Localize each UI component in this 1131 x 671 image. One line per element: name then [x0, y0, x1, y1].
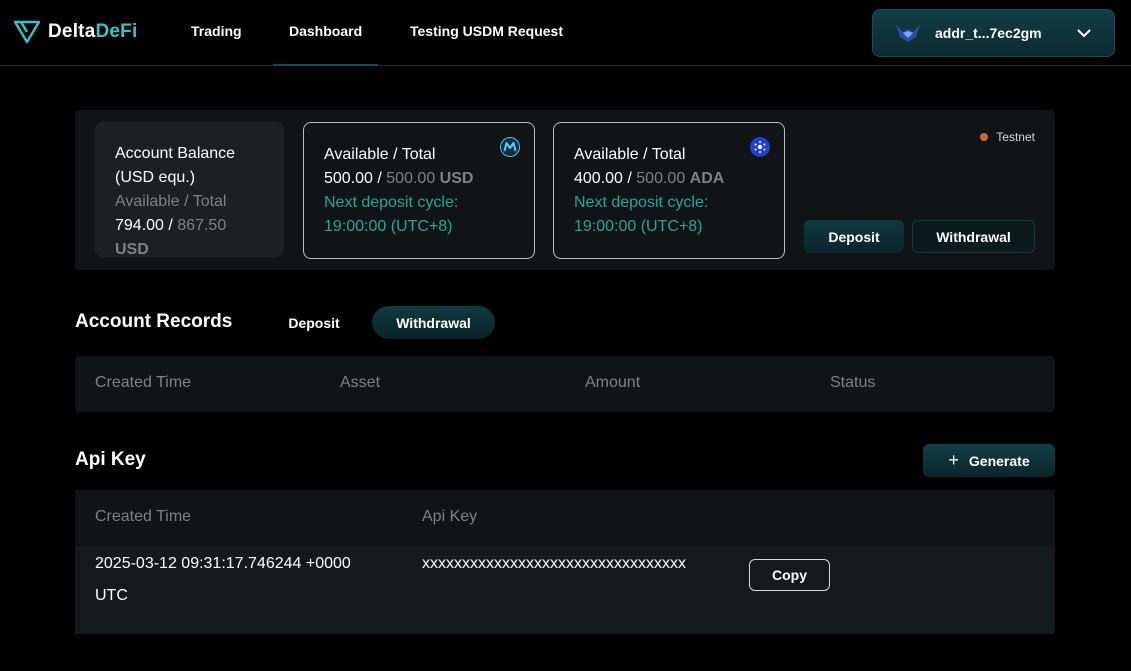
- brand-name-part1: Delta: [48, 21, 96, 42]
- api-key-value: xxxxxxxxxxxxxxxxxxxxxxxxxxxxxxxxx: [422, 555, 686, 572]
- column-header-api-key[interactable]: Api Key: [422, 508, 477, 526]
- ada-separator: /: [622, 170, 637, 187]
- api-created-time-line2: UTC: [95, 587, 128, 604]
- wallet-dropdown[interactable]: addr_t...7ec2gm: [872, 9, 1115, 57]
- tab-withdrawal[interactable]: Withdrawal: [372, 306, 495, 339]
- ada-total: 500.00: [636, 170, 686, 187]
- generate-label: Generate: [968, 452, 1030, 469]
- balance-available: 794.00: [115, 217, 164, 234]
- ada-token-icon: [750, 137, 770, 157]
- account-records-title: Account Records: [75, 311, 233, 332]
- ada-next-cycle-time: 19:00:00 (UTC+8): [574, 218, 703, 235]
- balance-separator: /: [163, 217, 178, 234]
- usdm-available: 500.00: [324, 170, 373, 187]
- usdm-next-cycle-time: 19:00:00 (UTC+8): [324, 218, 453, 235]
- balance-total: 867.50: [177, 217, 227, 234]
- account-balance-card: Account Balance (USD equ.) Available / T…: [95, 122, 284, 258]
- usdm-card-title: Available / Total: [324, 146, 436, 163]
- plus-icon: +: [948, 449, 959, 470]
- brand-name: DeltaDeFi: [48, 21, 137, 43]
- account-balance-label: Available / Total: [115, 193, 227, 210]
- column-header-status[interactable]: Status: [830, 374, 875, 392]
- api-table-header: Created Time Api Key: [75, 490, 1055, 546]
- wallet-address: addr_t...7ec2gm: [935, 25, 1042, 41]
- copy-button[interactable]: Copy: [749, 559, 830, 591]
- usdm-token-icon: [500, 137, 520, 157]
- chevron-down-icon[interactable]: [1076, 27, 1092, 39]
- column-header-amount[interactable]: Amount: [585, 374, 640, 392]
- ada-card-values: 400.00 / 500.00 ADA: [574, 167, 764, 191]
- api-created-time: 2025-03-12 09:31:17.746244 +0000 UTC: [95, 548, 351, 612]
- nav-trading[interactable]: Trading: [191, 23, 242, 39]
- usdm-separator: /: [372, 170, 387, 187]
- tab-deposit[interactable]: Deposit: [274, 306, 354, 339]
- column-header-asset[interactable]: Asset: [340, 374, 380, 392]
- wallet-avatar-icon: [896, 25, 920, 42]
- account-balance-values: 794.00 / 867.50 USD: [115, 214, 264, 262]
- records-table-header: Created Time Asset Amount Status: [75, 356, 1055, 412]
- nav-dashboard[interactable]: Dashboard: [289, 23, 362, 39]
- brand-name-part2: DeFi: [95, 21, 138, 42]
- usdm-next-cycle-label: Next deposit cycle:: [324, 194, 459, 211]
- usdm-card: Available / Total 500.00 / 500.00 USD Ne…: [303, 122, 535, 259]
- balance-unit: USD: [115, 241, 149, 258]
- withdrawal-button[interactable]: Withdrawal: [912, 220, 1035, 253]
- nav-testing-usdm-request[interactable]: Testing USDM Request: [410, 23, 563, 39]
- api-key-table: Created Time Api Key 2025-03-12 09:31:17…: [75, 490, 1055, 634]
- deltadefi-logo-icon: [14, 20, 40, 44]
- account-balance-title: Account Balance: [115, 145, 236, 162]
- usdm-total: 500.00: [386, 170, 436, 187]
- deposit-button[interactable]: Deposit: [804, 220, 904, 253]
- network-label: Testnet: [996, 130, 1035, 144]
- ada-available: 400.00: [574, 170, 623, 187]
- ada-next-cycle-label: Next deposit cycle:: [574, 194, 709, 211]
- logo[interactable]: DeltaDeFi: [14, 20, 137, 44]
- api-created-time-line1: 2025-03-12 09:31:17.746244 +0000: [95, 555, 351, 572]
- network-badge: Testnet: [980, 130, 1035, 144]
- column-header-created-time[interactable]: Created Time: [95, 508, 191, 526]
- nav-active-indicator: [273, 64, 378, 66]
- network-status-dot: [980, 133, 989, 141]
- generate-api-key-button[interactable]: + Generate: [923, 444, 1055, 477]
- account-balance-subtitle: (USD equ.): [115, 169, 196, 186]
- usdm-card-values: 500.00 / 500.00 USD: [324, 167, 514, 191]
- balance-panel: Account Balance (USD equ.) Available / T…: [75, 110, 1055, 270]
- ada-card: Available / Total 400.00 / 500.00 ADA Ne…: [553, 122, 785, 259]
- usdm-unit: USD: [439, 170, 474, 187]
- column-header-created-time[interactable]: Created Time: [95, 374, 191, 392]
- ada-card-title: Available / Total: [574, 146, 686, 163]
- table-row: 2025-03-12 09:31:17.746244 +0000 UTC xxx…: [75, 546, 1055, 634]
- api-key-title: Api Key: [75, 449, 146, 470]
- top-navbar: DeltaDeFi Trading Dashboard Testing USDM…: [0, 0, 1131, 66]
- ada-unit: ADA: [689, 170, 725, 187]
